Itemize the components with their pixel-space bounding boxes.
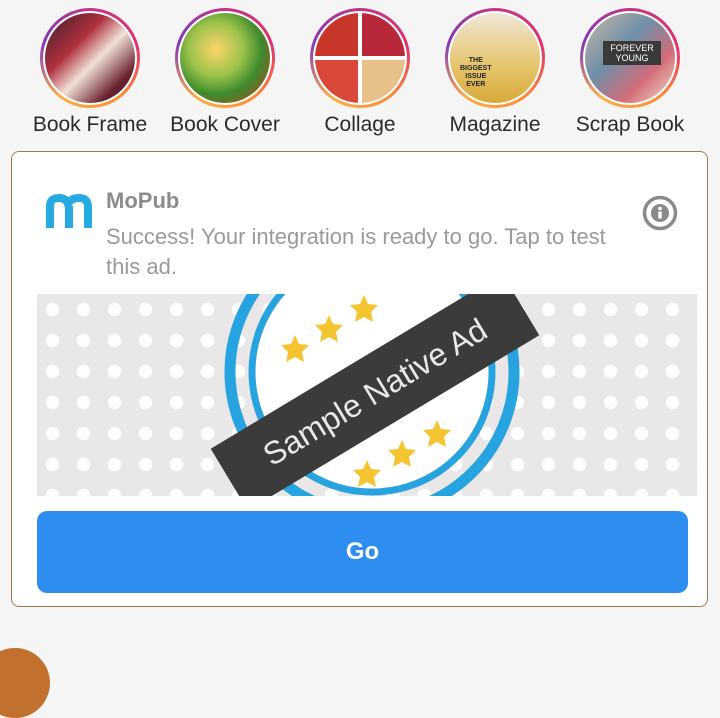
collage-thumbnail [315,13,405,103]
book-cover-thumbnail [180,13,270,103]
ad-text: Success! Your integration is ready to go… [106,224,606,279]
story-magazine[interactable]: THE BIGGEST ISSUE EVER Magazine [425,8,565,137]
native-ad-card[interactable]: MoPub Success! Your integration is ready… [11,151,708,607]
story-row: Book Frame Book Cover Collage THE BIGGES… [0,0,720,145]
story-ring [310,8,410,108]
magazine-thumb-line: THE [468,57,483,64]
story-label: Book Cover [170,113,280,136]
story-book-frame[interactable]: Book Frame [20,8,160,137]
story-ring [175,8,275,108]
story-scrap-book[interactable]: FOREVER YOUNG Scrap Book [560,8,700,137]
magazine-thumb-line: ISSUE [465,73,487,80]
partial-floating-element [0,648,50,718]
ad-title: MoPub [106,188,180,213]
story-label: Book Frame [32,113,148,136]
go-button[interactable]: Go [37,511,688,593]
scrap-thumb-text: FOREVER YOUNG [603,41,661,65]
story-collage[interactable]: Collage [290,8,430,137]
story-ring: FOREVER YOUNG [580,8,680,108]
story-ring [40,8,140,108]
story-label: Scrap Book [575,113,685,136]
info-icon[interactable] [642,195,678,231]
story-ring: THE BIGGEST ISSUE EVER [445,8,545,108]
story-book-cover[interactable]: Book Cover [155,8,295,137]
story-label: Magazine [449,113,541,136]
magazine-thumb-line: EVER [466,81,486,88]
book-frame-thumbnail [45,13,135,103]
story-label: Collage [324,113,396,136]
ad-main-image: Sample Native Ad [37,294,697,496]
magazine-thumbnail: THE BIGGEST ISSUE EVER [450,13,540,103]
mopub-logo-icon [46,193,92,228]
scrap-book-thumbnail: FOREVER YOUNG [585,13,675,103]
magazine-thumb-line: BIGGEST [460,65,492,72]
